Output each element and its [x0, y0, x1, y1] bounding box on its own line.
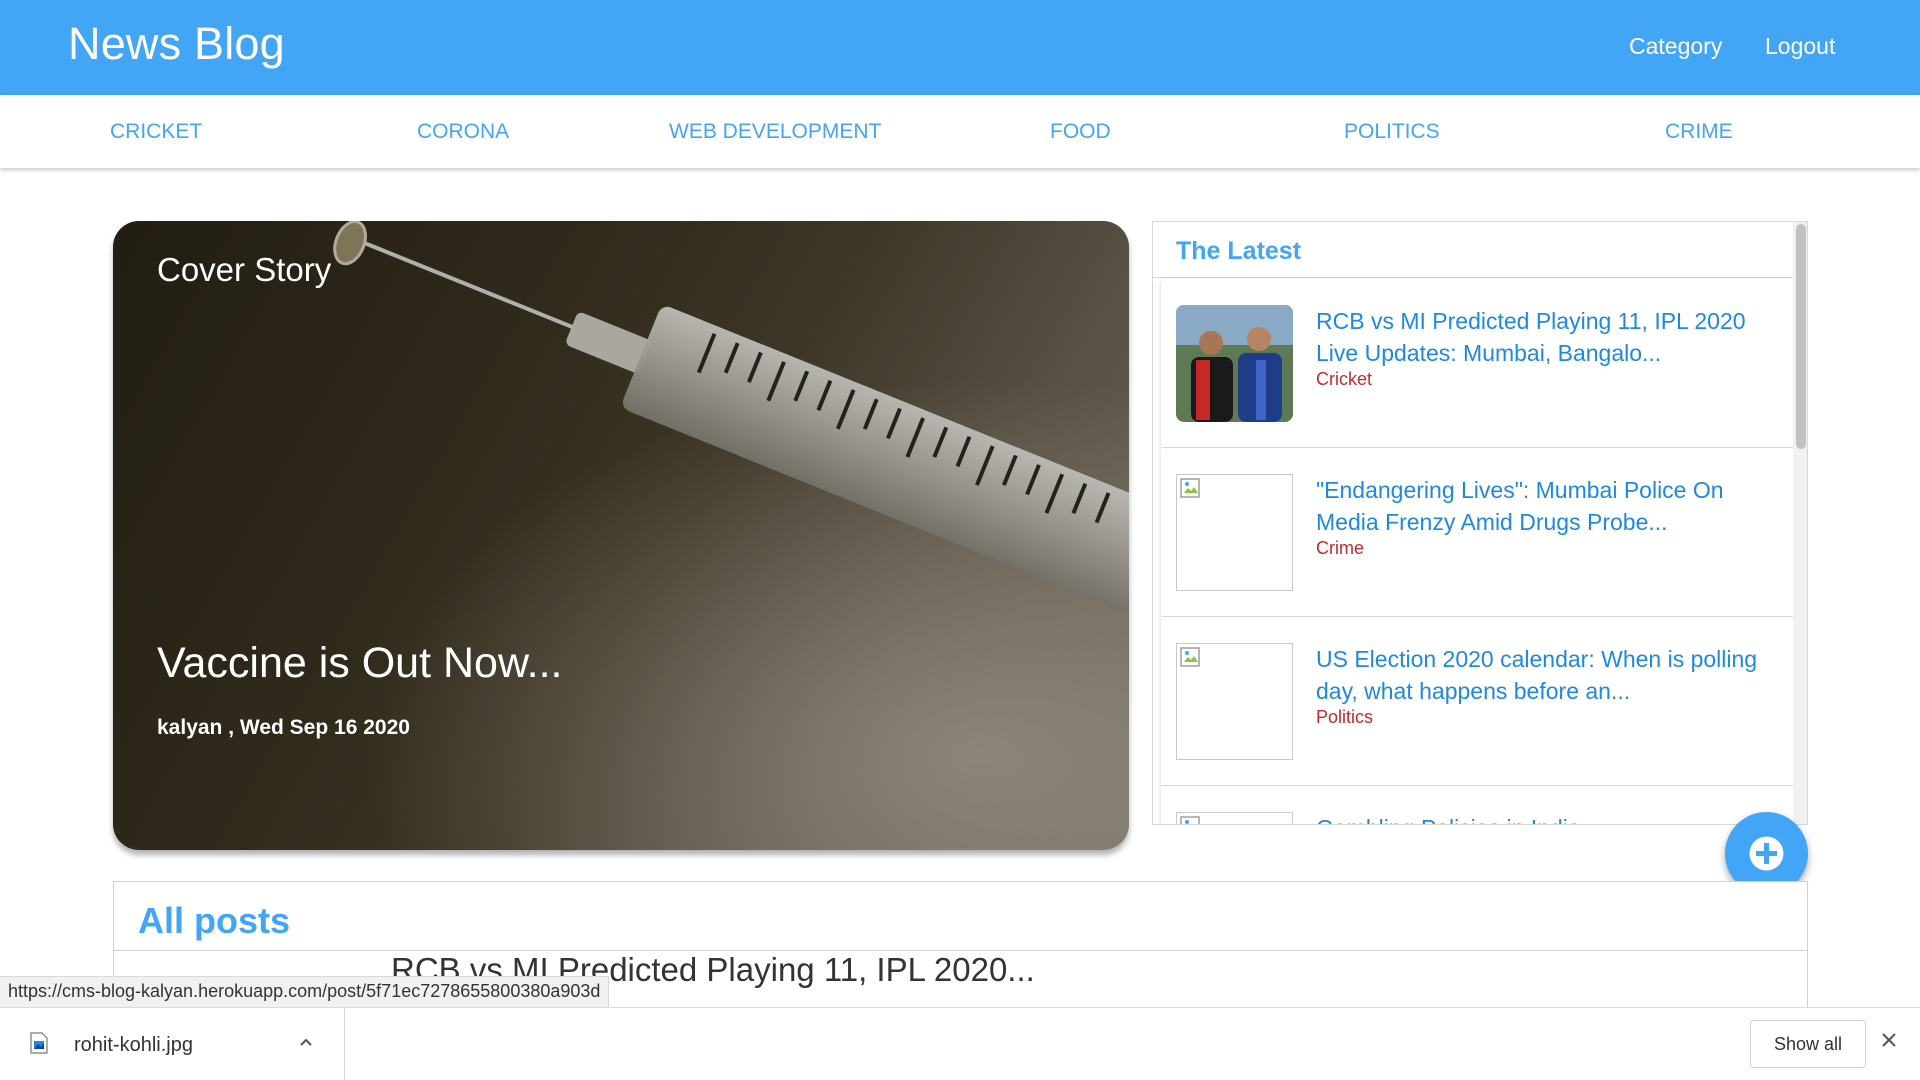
cover-overlay	[113, 221, 1129, 850]
latest-item[interactable]: "Endangering Lives": Mumbai Police On Me…	[1161, 448, 1793, 616]
latest-item-title[interactable]: Gambling Policies in India...	[1316, 812, 1776, 824]
post-thumbnail[interactable]	[1176, 643, 1293, 760]
category-tab-web-development[interactable]: WEB DEVELOPMENT	[669, 120, 881, 144]
broken-image-icon	[1180, 478, 1200, 498]
broken-image-icon	[1180, 647, 1200, 667]
latest-item-category[interactable]: Cricket	[1316, 369, 1372, 390]
category-link[interactable]: Category	[1629, 33, 1722, 60]
latest-header: The Latest	[1153, 222, 1793, 278]
cricket-players-image	[1176, 305, 1293, 422]
all-posts-header: All posts	[113, 881, 1808, 951]
category-tab-cricket[interactable]: CRICKET	[110, 120, 202, 144]
category-tab-politics[interactable]: POLITICS	[1344, 120, 1440, 144]
latest-title: The Latest	[1176, 237, 1302, 265]
logout-link[interactable]: Logout	[1765, 33, 1835, 60]
latest-item-title[interactable]: US Election 2020 calendar: When is polli…	[1316, 643, 1776, 707]
close-icon[interactable]	[1880, 1028, 1898, 1056]
latest-item-title[interactable]: RCB vs MI Predicted Playing 11, IPL 2020…	[1316, 305, 1776, 369]
broken-image-icon	[1180, 816, 1200, 824]
latest-scrollbar-thumb[interactable]	[1796, 224, 1806, 449]
post-thumbnail[interactable]	[1176, 812, 1293, 824]
status-url: https://cms-blog-kalyan.herokuapp.com/po…	[0, 976, 610, 1008]
top-app-bar: News Blog Category Logout	[0, 0, 1920, 95]
latest-item-title[interactable]: "Endangering Lives": Mumbai Police On Me…	[1316, 474, 1776, 538]
cover-story-label: Cover Story	[157, 251, 332, 288]
show-all-button[interactable]: Show all	[1750, 1020, 1866, 1068]
cover-story-meta: kalyan , Wed Sep 16 2020	[157, 716, 410, 739]
post-thumbnail[interactable]	[1176, 305, 1293, 422]
download-item[interactable]: rohit-kohli.jpg	[0, 1008, 345, 1080]
latest-panel: The Latest RCB vs MI Predicted Playing 1…	[1152, 221, 1808, 825]
cover-story-title[interactable]: Vaccine is Out Now...	[157, 639, 562, 688]
category-bar: CRICKET CORONA WEB DEVELOPMENT FOOD POLI…	[0, 95, 1920, 168]
category-tab-crime[interactable]: CRIME	[1665, 120, 1733, 144]
image-file-icon	[30, 1032, 48, 1054]
category-tab-corona[interactable]: CORONA	[417, 120, 509, 144]
latest-item-category[interactable]: Crime	[1316, 538, 1364, 559]
download-file-name[interactable]: rohit-kohli.jpg	[74, 1034, 193, 1057]
latest-item[interactable]: US Election 2020 calendar: When is polli…	[1161, 617, 1793, 785]
cover-story-card[interactable]: Cover Story Vaccine is Out Now... kalyan…	[113, 221, 1129, 850]
category-tab-food[interactable]: FOOD	[1050, 120, 1111, 144]
latest-item[interactable]: Gambling Policies in India...	[1161, 786, 1793, 824]
all-posts-title: All posts	[138, 900, 291, 941]
brand-logo[interactable]: News Blog	[68, 18, 285, 70]
post-thumbnail[interactable]	[1176, 474, 1293, 591]
chevron-up-icon[interactable]	[298, 1034, 314, 1050]
latest-item-category[interactable]: Politics	[1316, 707, 1373, 728]
downloads-bar: rohit-kohli.jpg Show all	[0, 1007, 1920, 1080]
latest-item[interactable]: RCB vs MI Predicted Playing 11, IPL 2020…	[1161, 279, 1793, 447]
plus-circle-icon	[1749, 836, 1784, 871]
